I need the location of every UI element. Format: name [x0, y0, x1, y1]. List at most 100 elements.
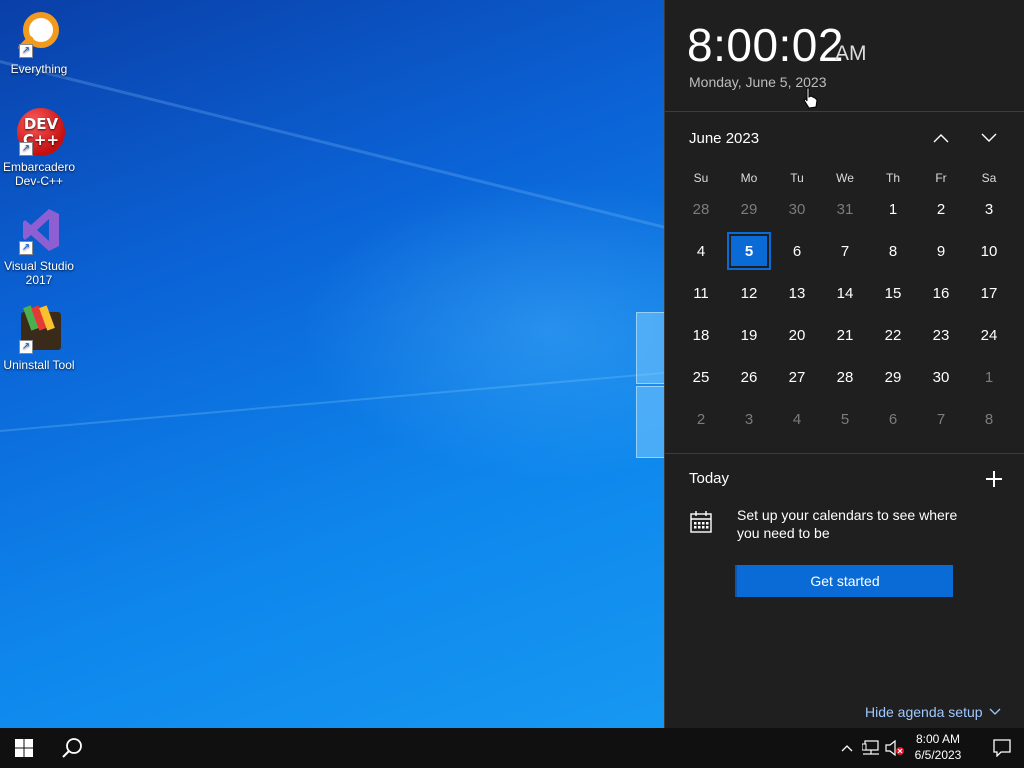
calendar-day[interactable]: 30	[773, 188, 821, 230]
weekday-label: Tu	[790, 171, 804, 185]
add-event-button[interactable]	[983, 468, 1005, 490]
desktop-icon-visual-studio[interactable]: ↗ Visual Studio 2017	[1, 205, 77, 287]
network-icon	[862, 740, 879, 755]
calendar-week-row: 4 5 6 7 8 9 10	[677, 230, 1013, 272]
calendar-week-row: 25 26 27 28 29 30 1	[677, 356, 1013, 398]
calendar-day[interactable]: 10	[965, 230, 1013, 272]
desktop-icon-everything[interactable]: ↗ Everything	[1, 8, 77, 76]
weekday-label: Su	[693, 171, 709, 185]
weekday-label: Mo	[740, 171, 758, 185]
calendar-day[interactable]: 11	[677, 272, 725, 314]
desktop-icon-label: Embarcadero Dev-C++	[2, 160, 76, 188]
devcpp-icon: DEV C++ ↗	[13, 106, 65, 158]
calendar-day[interactable]: 21	[821, 314, 869, 356]
taskbar-date: 6/5/2023	[914, 748, 962, 762]
calendar-day[interactable]: 13	[773, 272, 821, 314]
calendar-day[interactable]: 7	[917, 398, 965, 440]
chevron-down-icon	[989, 708, 1001, 715]
uninstall-tool-icon: ↗	[13, 304, 65, 356]
calendar-day[interactable]: 24	[965, 314, 1013, 356]
calendar-day[interactable]: 20	[773, 314, 821, 356]
chevron-up-icon	[841, 745, 853, 752]
calendar-grid: Su Mo Tu We Th Fr Sa 28 29 30 31 1 2 3 4…	[677, 168, 1013, 440]
next-month-button[interactable]	[973, 124, 1005, 152]
calendar-day[interactable]: 9	[917, 230, 965, 272]
search-icon	[62, 738, 82, 758]
calendar-icon	[690, 511, 712, 533]
month-label[interactable]: June 2023	[689, 130, 759, 147]
notification-icon	[993, 739, 1011, 757]
calendar-week-row: 11 12 13 14 15 16 17	[677, 272, 1013, 314]
calendar-day[interactable]: 29	[725, 188, 773, 230]
calendar-day[interactable]: 7	[821, 230, 869, 272]
visual-studio-icon: ↗	[13, 205, 65, 257]
start-button[interactable]	[0, 728, 48, 768]
desktop-icon-label: Uninstall Tool	[3, 358, 75, 372]
calendar-day[interactable]: 23	[917, 314, 965, 356]
weekday-label: Sa	[981, 171, 997, 185]
get-started-button[interactable]: Get started	[735, 565, 953, 597]
calendar-day[interactable]: 27	[773, 356, 821, 398]
calendar-day-today[interactable]: 5	[727, 232, 771, 270]
calendar-week-row: 18 19 20 21 22 23 24	[677, 314, 1013, 356]
network-button[interactable]	[860, 728, 882, 768]
calendar-day[interactable]: 16	[917, 272, 965, 314]
desktop-icon-label: Visual Studio 2017	[4, 259, 74, 287]
calendar-day[interactable]: 6	[869, 398, 917, 440]
calendar-week-row: 2 3 4 5 6 7 8	[677, 398, 1013, 440]
calendar-day[interactable]: 4	[677, 230, 725, 272]
clock-time: 8:00:02	[687, 19, 844, 71]
calendar-week-row: 28 29 30 31 1 2 3	[677, 188, 1013, 230]
show-hidden-icons-button[interactable]	[838, 728, 856, 768]
taskbar-time: 8:00 AM	[915, 732, 961, 746]
previous-month-button[interactable]	[925, 124, 957, 152]
chevron-down-icon	[981, 133, 997, 142]
search-button[interactable]	[48, 728, 96, 768]
calendar-day[interactable]: 3	[965, 188, 1013, 230]
calendar-day[interactable]: 28	[821, 356, 869, 398]
calendar-day[interactable]: 15	[869, 272, 917, 314]
divider	[665, 453, 1024, 454]
calendar-day[interactable]: 4	[773, 398, 821, 440]
agenda-today-label: Today	[689, 470, 730, 487]
calendar-day[interactable]: 1	[869, 188, 917, 230]
calendar-day[interactable]: 12	[725, 272, 773, 314]
calendar-day[interactable]: 5	[821, 398, 869, 440]
chevron-up-icon	[933, 134, 949, 143]
hide-agenda-label: Hide agenda setup	[865, 704, 983, 720]
calendar-day[interactable]: 2	[677, 398, 725, 440]
action-center-button[interactable]	[980, 728, 1024, 768]
weekday-label: Th	[885, 171, 900, 185]
calendar-day[interactable]: 1	[965, 356, 1013, 398]
weekday-label: We	[836, 171, 854, 185]
windows-start-icon	[15, 739, 33, 757]
clock-ampm: AM	[835, 42, 867, 65]
calendar-day[interactable]: 22	[869, 314, 917, 356]
calendar-day[interactable]: 19	[725, 314, 773, 356]
weekday-label: Fr	[935, 171, 947, 185]
divider	[665, 111, 1024, 112]
desktop-icon-uninstall-tool[interactable]: ↗ Uninstall Tool	[1, 304, 77, 372]
calendar-day[interactable]: 3	[725, 398, 773, 440]
calendar-day[interactable]: 8	[869, 230, 917, 272]
calendar-day[interactable]: 18	[677, 314, 725, 356]
everything-icon: ↗	[13, 8, 65, 60]
calendar-day[interactable]: 31	[821, 188, 869, 230]
desktop-icon-devcpp[interactable]: DEV C++ ↗ Embarcadero Dev-C++	[1, 106, 77, 188]
calendar-day[interactable]: 8	[965, 398, 1013, 440]
calendar-day[interactable]: 6	[773, 230, 821, 272]
taskbar: 8:00 AM 6/5/2023	[0, 728, 1024, 768]
hide-agenda-setup-link[interactable]: Hide agenda setup	[865, 704, 1001, 720]
taskbar-clock[interactable]: 8:00 AM 6/5/2023	[900, 731, 976, 763]
agenda-setup-text: Set up your calendars to see where you n…	[737, 507, 958, 541]
calendar-day[interactable]: 14	[821, 272, 869, 314]
calendar-day[interactable]: 30	[917, 356, 965, 398]
calendar-day[interactable]: 2	[917, 188, 965, 230]
calendar-day[interactable]: 25	[677, 356, 725, 398]
calendar-day[interactable]: 28	[677, 188, 725, 230]
desktop-icon-label: Everything	[10, 62, 68, 76]
calendar-day[interactable]: 29	[869, 356, 917, 398]
calendar-day[interactable]: 26	[725, 356, 773, 398]
calendar-day[interactable]: 17	[965, 272, 1013, 314]
weekday-header-row: Su Mo Tu We Th Fr Sa	[677, 168, 1013, 188]
